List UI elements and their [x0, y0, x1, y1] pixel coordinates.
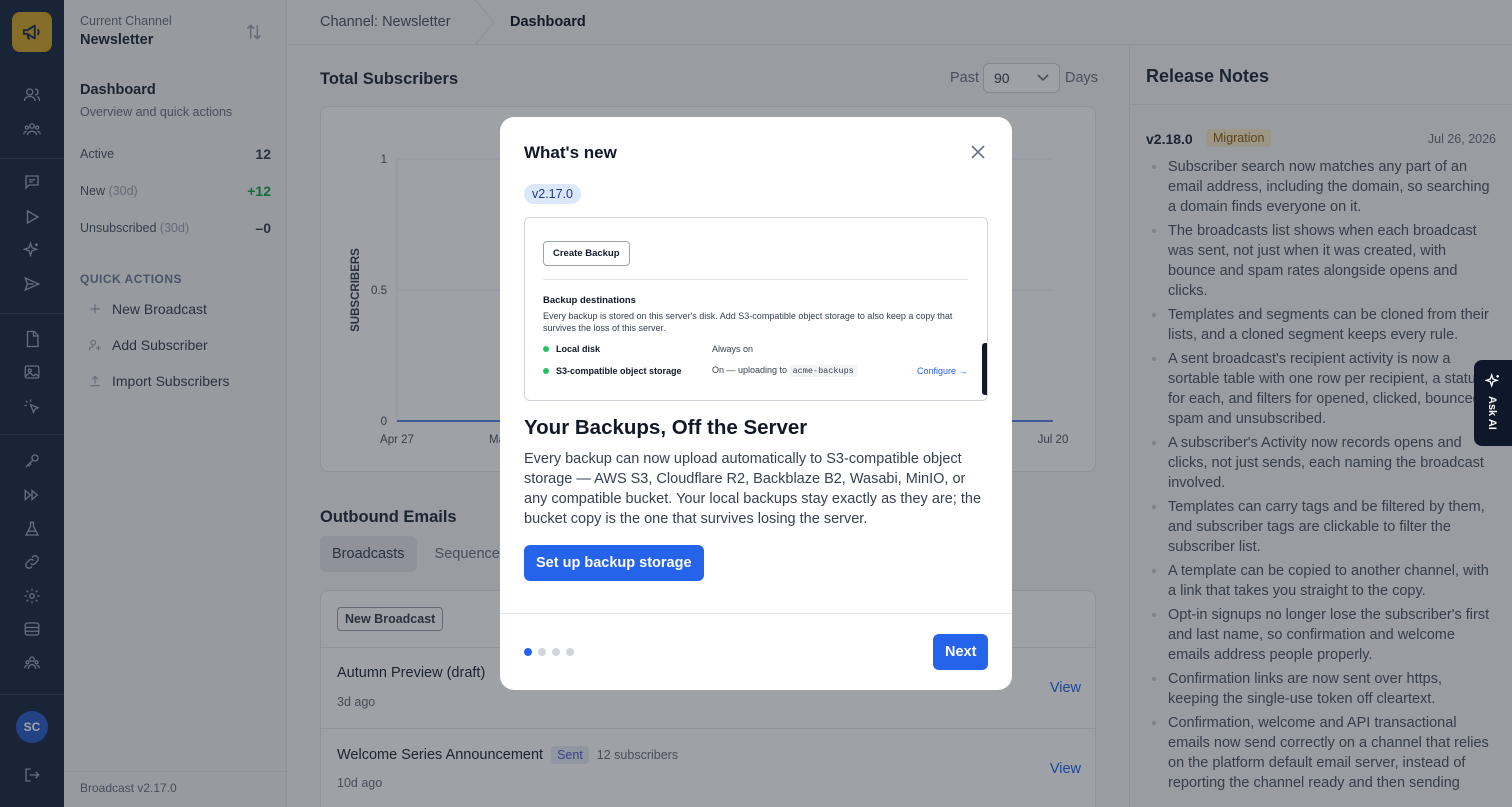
version-badge: v2.17.0: [524, 184, 582, 204]
preview-row-local: Local disk Always on: [543, 344, 753, 354]
ask-ai-button[interactable]: Ask AI: [1474, 360, 1512, 446]
setup-backup-button[interactable]: Set up backup storage: [524, 545, 704, 581]
sparkle-icon: [1485, 373, 1501, 389]
preview-create-backup: Create Backup: [543, 241, 630, 266]
modal-title: What's new: [524, 143, 617, 162]
feature-body: Every backup can now upload automaticall…: [524, 451, 982, 527]
pagination-dot[interactable]: [552, 648, 560, 656]
close-icon[interactable]: [969, 143, 987, 161]
pagination-dot[interactable]: [524, 648, 532, 656]
preview-configure: Configure →: [917, 366, 968, 376]
whats-new-modal: What's new v2.17.0 Create Backup Backup …: [500, 117, 1012, 690]
pagination-dot[interactable]: [538, 648, 546, 656]
pagination-dot[interactable]: [566, 648, 574, 656]
feature-preview-image: Create Backup Backup destinations Every …: [524, 217, 988, 401]
preview-row-s3: S3-compatible object storage On — upload…: [543, 365, 857, 377]
feature-heading: Your Backups, Off the Server: [524, 416, 808, 439]
ask-ai-label: Ask AI: [1486, 396, 1498, 430]
preview-s3-bucket: acme-backups: [789, 365, 857, 377]
preview-local-name: Local disk: [556, 344, 601, 354]
preview-destinations-desc: Every backup is stored on this server's …: [543, 311, 953, 333]
preview-s3-value: On — uploading to: [712, 365, 788, 375]
next-button[interactable]: Next: [933, 634, 989, 670]
pagination-dots: [524, 648, 574, 656]
preview-destinations-title: Backup destinations: [543, 295, 636, 306]
preview-s3-name: S3-compatible object storage: [556, 365, 682, 376]
preview-local-value: Always on: [712, 344, 754, 354]
